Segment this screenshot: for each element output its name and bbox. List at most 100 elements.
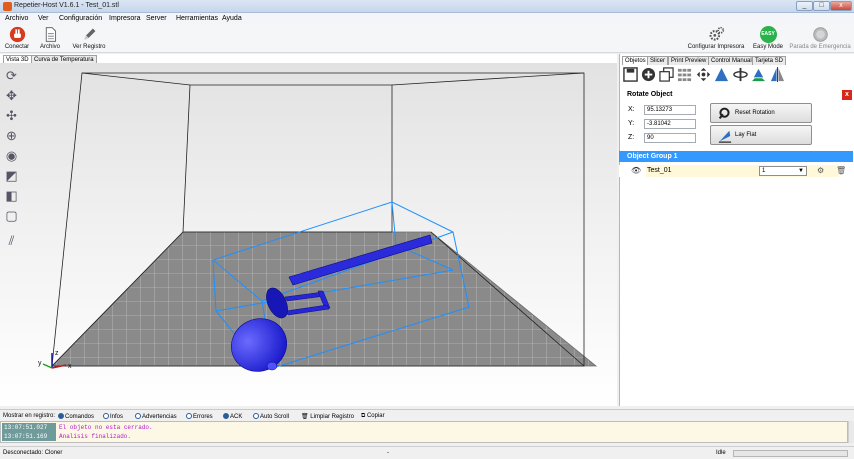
scene-canvas: z x y <box>38 72 598 372</box>
zoom-fit-icon[interactable]: ◉ <box>4 148 19 163</box>
menu-archivo[interactable]: Archivo <box>5 15 28 22</box>
rotate-x-input[interactable]: 95.13273 <box>644 105 696 115</box>
scale-object-icon[interactable] <box>714 67 729 82</box>
filter-commands[interactable]: Comandos <box>58 413 94 420</box>
close-button[interactable]: x <box>830 1 852 11</box>
zoom-in-icon[interactable]: ⊕ <box>4 128 19 143</box>
minimize-button[interactable]: _ <box>796 1 813 11</box>
reset-rotation-icon <box>718 107 730 120</box>
printer-settings-button[interactable]: Configurar Impresora <box>684 26 748 50</box>
document-icon <box>45 27 56 42</box>
lay-flat-button[interactable]: Lay Flat <box>710 125 812 145</box>
cut-object-icon[interactable] <box>751 67 766 82</box>
tab-manual-control[interactable]: Control Manual <box>708 56 755 65</box>
status-bar: Desconectado: Cloner - Idle <box>0 446 854 459</box>
window-title: Repetier-Host V1.6.1 - Test_01.stl <box>14 2 119 9</box>
y-label: Y: <box>628 120 635 127</box>
trash-icon[interactable]: 🗑 <box>836 166 846 175</box>
parallel-view-icon[interactable]: ⫽ <box>4 233 19 248</box>
clear-log-button[interactable]: 🗑 Limpiar Registro <box>301 413 354 420</box>
log-time: 13:07:51.027 <box>2 423 56 432</box>
save-icon[interactable] <box>623 67 638 82</box>
connection-status: Desconectado: Cloner <box>3 450 63 456</box>
log-message: Analisis finalizado. <box>59 433 132 440</box>
toggle-dot-icon <box>253 413 259 419</box>
z-label: Z: <box>628 134 635 141</box>
menu-bar: Archivo Ver Configuración Impresora Serv… <box>0 13 854 25</box>
menu-ayuda[interactable]: Ayuda <box>222 15 242 22</box>
lay-flat-icon <box>718 130 732 143</box>
log-time: 13:07:51.169 <box>2 432 56 441</box>
printer-settings-label: Configurar Impresora <box>687 44 745 50</box>
lay-flat-label: Lay Flat <box>735 132 757 138</box>
rotate-z-input[interactable]: 90 <box>644 133 696 143</box>
view-log-button[interactable]: Ver Registro <box>68 26 110 50</box>
filter-warnings[interactable]: Advertencias <box>135 413 177 420</box>
visibility-eye-icon[interactable]: 👁 <box>631 166 641 175</box>
copies-select[interactable]: 1 ▼ <box>759 166 807 176</box>
copies-value: 1 <box>762 168 766 174</box>
filter-ack[interactable]: ACK <box>223 413 242 420</box>
toolbar: Conectar Archivo Ver Registro Configurar… <box>0 25 854 53</box>
filter-errors[interactable]: Errores <box>186 413 213 420</box>
log-scrollbar[interactable] <box>848 421 854 443</box>
toggle-dot-icon <box>135 413 141 419</box>
view-log-label: Ver Registro <box>72 44 106 50</box>
tab-sd-card[interactable]: Tarjeta SD <box>752 56 787 65</box>
rotate-object-icon[interactable] <box>733 67 748 82</box>
printer-state: Idle <box>716 450 726 456</box>
tab-print-preview[interactable]: Print Preview <box>668 56 710 65</box>
menu-impresora[interactable]: Impresora <box>109 15 141 22</box>
title-bar: Repetier-Host V1.6.1 - Test_01.stl _ □ x <box>0 0 854 13</box>
object-row[interactable]: 👁 Test_01 1 ▼ ⚙ 🗑 <box>619 165 853 177</box>
filter-infos[interactable]: Infos <box>103 413 123 420</box>
menu-configuracion[interactable]: Configuración <box>59 15 102 22</box>
copy-log-button[interactable]: ⧉ Copiar <box>361 413 385 420</box>
log-filter-label: Mostrar en registro: <box>3 413 56 419</box>
copy-objects-icon[interactable] <box>659 67 674 82</box>
status-middle: - <box>387 450 389 456</box>
iso-view-icon[interactable]: ◩ <box>4 168 19 183</box>
move-view-icon[interactable]: ✥ <box>4 88 19 103</box>
3d-viewport[interactable]: z x y ⟳ ✥ ✣ ⊕ ◉ ◩ ◧ ▢ ⫽ <box>0 63 617 406</box>
maximize-button[interactable]: □ <box>813 1 830 11</box>
front-view-icon[interactable]: ◧ <box>4 188 19 203</box>
menu-herramientas[interactable]: Herramientas <box>176 15 218 22</box>
menu-server[interactable]: Server <box>146 15 167 22</box>
menu-ver[interactable]: Ver <box>38 15 49 22</box>
gears-icon <box>708 26 724 41</box>
mirror-object-icon[interactable] <box>770 67 785 82</box>
auto-scroll-toggle[interactable]: Auto Scroll <box>253 413 289 420</box>
stop-icon <box>812 27 828 42</box>
rotate-view-icon[interactable]: ⟳ <box>4 68 19 83</box>
chevron-down-icon: ▼ <box>798 168 804 174</box>
object-name: Test_01 <box>647 167 672 174</box>
svg-text:x: x <box>68 363 72 370</box>
log-area[interactable]: 13:07:51.027 El objeto no esta cerrado. … <box>0 421 848 443</box>
tab-slicer[interactable]: Slicer <box>647 56 669 65</box>
autoposition-icon[interactable] <box>677 67 692 82</box>
close-rotate-icon[interactable]: x <box>842 90 852 100</box>
pencil-icon <box>83 28 95 40</box>
reset-rotation-button[interactable]: Reset Rotation <box>710 103 812 123</box>
add-object-icon[interactable] <box>641 67 656 82</box>
move-object-icon[interactable]: ✣ <box>4 108 19 123</box>
svg-text:z: z <box>55 350 59 357</box>
file-label: Archivo <box>39 44 60 50</box>
connect-label: Conectar <box>4 44 30 50</box>
power-plug-icon <box>9 26 25 43</box>
file-button[interactable]: Archivo <box>36 26 64 50</box>
side-view-icon[interactable]: ▢ <box>4 208 19 223</box>
center-object-icon[interactable] <box>696 67 711 82</box>
rotate-y-input[interactable]: -3.81042 <box>644 119 696 129</box>
trash-icon: 🗑 <box>301 414 311 420</box>
progress-bar <box>733 450 848 457</box>
object-group-header[interactable]: Object Group 1 <box>619 151 853 162</box>
emergency-stop-button[interactable]: Parada de Emergencia <box>788 26 852 50</box>
gear-icon[interactable]: ⚙ <box>817 166 824 175</box>
connect-button[interactable]: Conectar <box>2 26 32 50</box>
log-options-bar: Mostrar en registro: Comandos Infos Adve… <box>0 409 854 421</box>
easy-mode-button[interactable]: EASY Easy Mode <box>750 26 786 50</box>
easy-mode-label: Easy Mode <box>752 44 783 50</box>
tab-objects[interactable]: Objetos <box>622 56 649 65</box>
